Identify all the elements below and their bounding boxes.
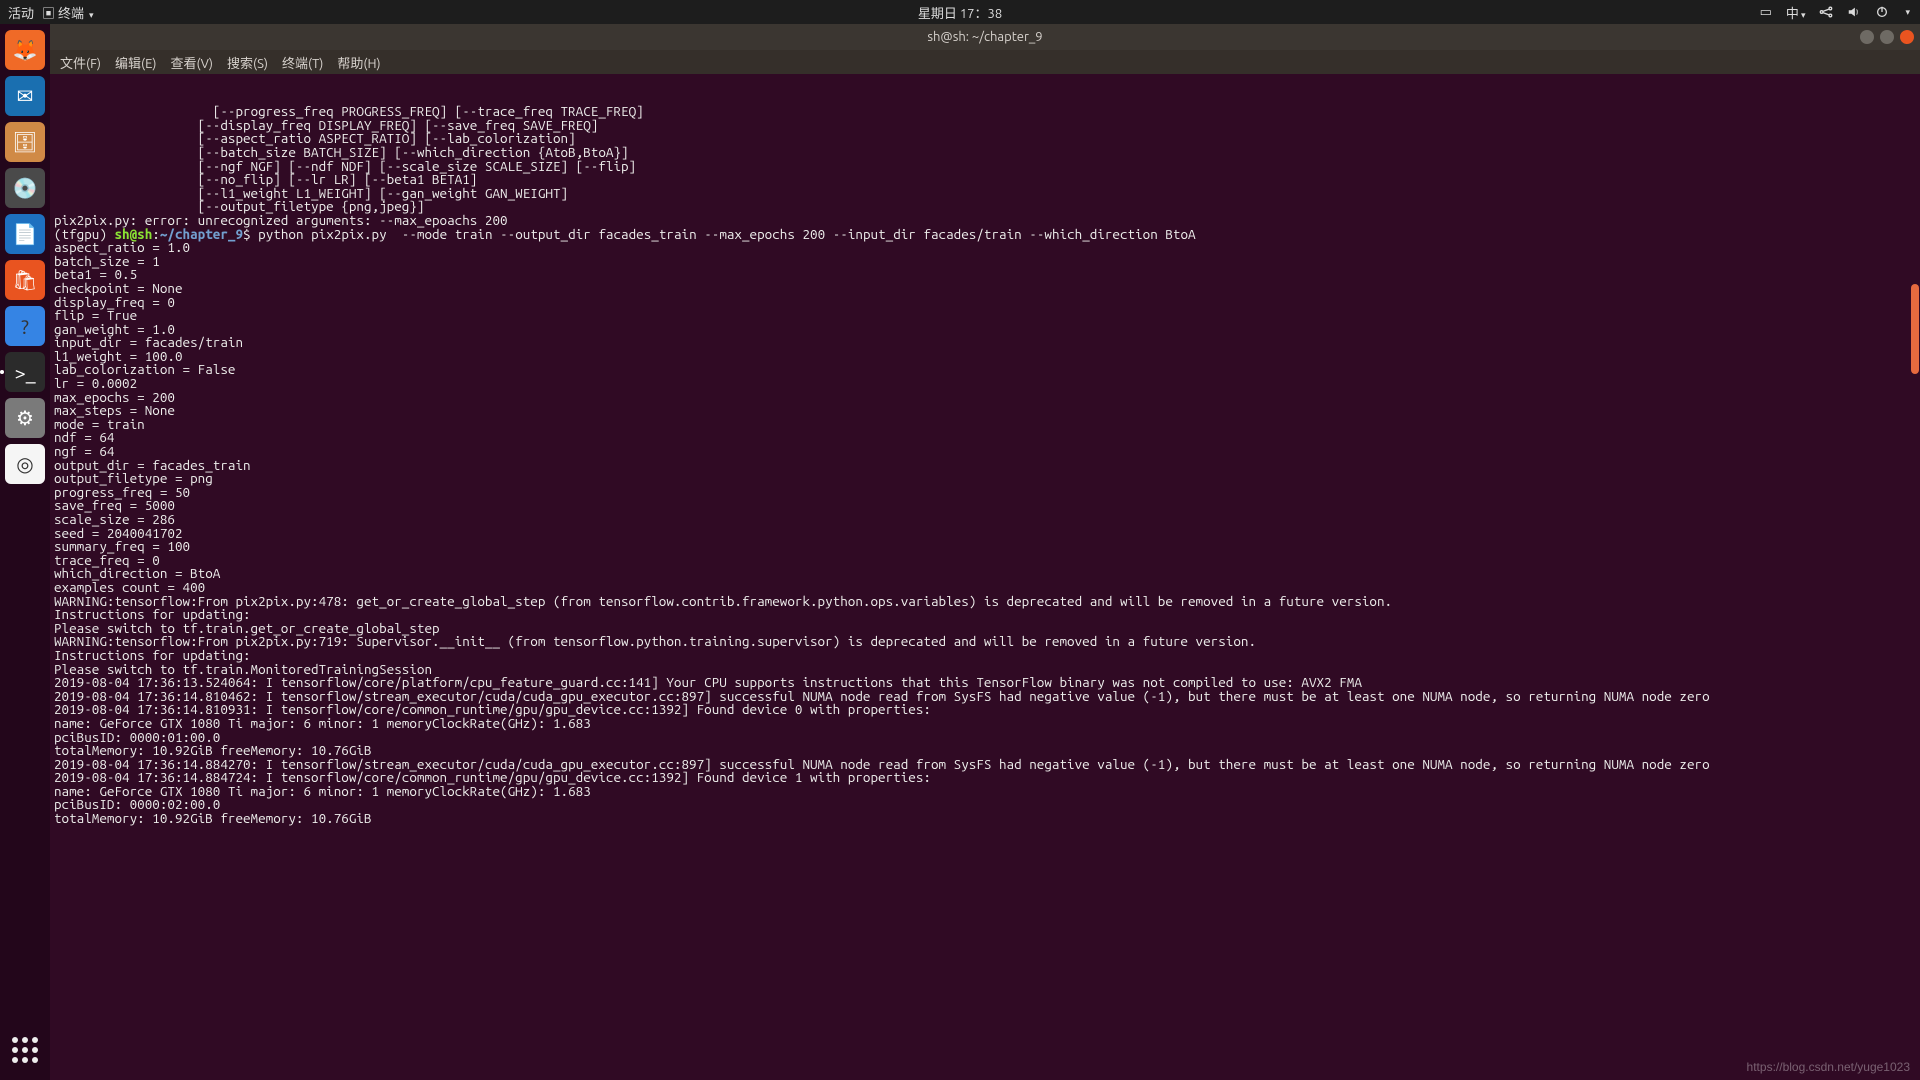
terminal-output: [--progress_freq PROGRESS_FREQ] [--trace… [54, 103, 644, 228]
network-icon[interactable] [1819, 5, 1833, 19]
dock-files[interactable]: 🗄 [5, 122, 45, 162]
clock[interactable]: 星期日 17：38 [918, 3, 1002, 22]
battery-icon[interactable]: ▭ [1760, 5, 1772, 20]
dock-disks[interactable]: 💿 [5, 168, 45, 208]
menu-file[interactable]: 文件(F) [60, 53, 101, 72]
volume-icon[interactable] [1847, 5, 1861, 19]
terminal-window: sh@sh: ~/chapter_9 文件(F) 编辑(E) 查看(V) 搜索(S) 终… [50, 24, 1920, 1080]
dock-help[interactable]: ? [5, 306, 45, 346]
menu-edit[interactable]: 编辑(E) [115, 53, 156, 72]
window-maximize-button[interactable] [1880, 30, 1894, 44]
dock-screenshot[interactable]: ◎ [5, 444, 45, 484]
menu-search[interactable]: 搜索(S) [227, 53, 268, 72]
dock-thunderbird[interactable]: ✉ [5, 76, 45, 116]
show-applications-button[interactable] [5, 1030, 45, 1070]
watermark-text: https://blog.csdn.net/yuge1023 [1747, 1060, 1910, 1074]
window-title: sh@sh: ~/chapter_9 [927, 30, 1042, 44]
menu-view[interactable]: 查看(V) [171, 53, 213, 72]
ime-indicator[interactable]: 中▾ [1786, 3, 1806, 22]
chevron-down-icon: ▾ [1905, 7, 1910, 18]
chevron-down-icon: ▾ [89, 10, 94, 20]
terminal-indicator-icon: ▣ [42, 7, 55, 21]
dock-terminal[interactable]: >_ [5, 352, 45, 392]
dock-software[interactable]: 🛍 [5, 260, 45, 300]
window-close-button[interactable] [1900, 30, 1914, 44]
dock-writer[interactable]: 📄 [5, 214, 45, 254]
entered-command: python pix2pix.py --mode train --output_… [258, 226, 1195, 242]
power-icon[interactable] [1875, 5, 1889, 19]
dock-tweaks[interactable]: ⚙ [5, 398, 45, 438]
window-minimize-button[interactable] [1860, 30, 1874, 44]
app-menu[interactable]: ▣ 终端 ▾ [42, 3, 94, 22]
terminal-output: aspect_ratio = 1.0 batch_size = 1 beta1 … [54, 239, 1710, 826]
menu-terminal[interactable]: 终端(T) [282, 53, 323, 72]
chevron-down-icon: ▾ [1801, 10, 1806, 20]
ubuntu-dock: 🦊 ✉ 🗄 💿 📄 🛍? >_ ⚙ ◎ [0, 24, 50, 1080]
app-menu-label: 终端 [58, 7, 84, 21]
ime-label: 中 [1786, 7, 1799, 21]
gnome-top-panel: 活动 ▣ 终端 ▾ 星期日 17：38 ▭ 中▾ ▾ [0, 0, 1920, 24]
dock-firefox[interactable]: 🦊 [5, 30, 45, 70]
activities-button[interactable]: 活动 [8, 3, 34, 22]
terminal-viewport[interactable]: [--progress_freq PROGRESS_FREQ] [--trace… [50, 74, 1920, 1080]
scrollbar-thumb[interactable] [1911, 284, 1919, 374]
window-titlebar[interactable]: sh@sh: ~/chapter_9 [50, 24, 1920, 50]
menu-help[interactable]: 帮助(H) [337, 53, 380, 72]
terminal-menubar: 文件(F) 编辑(E) 查看(V) 搜索(S) 终端(T) 帮助(H) [50, 50, 1920, 74]
